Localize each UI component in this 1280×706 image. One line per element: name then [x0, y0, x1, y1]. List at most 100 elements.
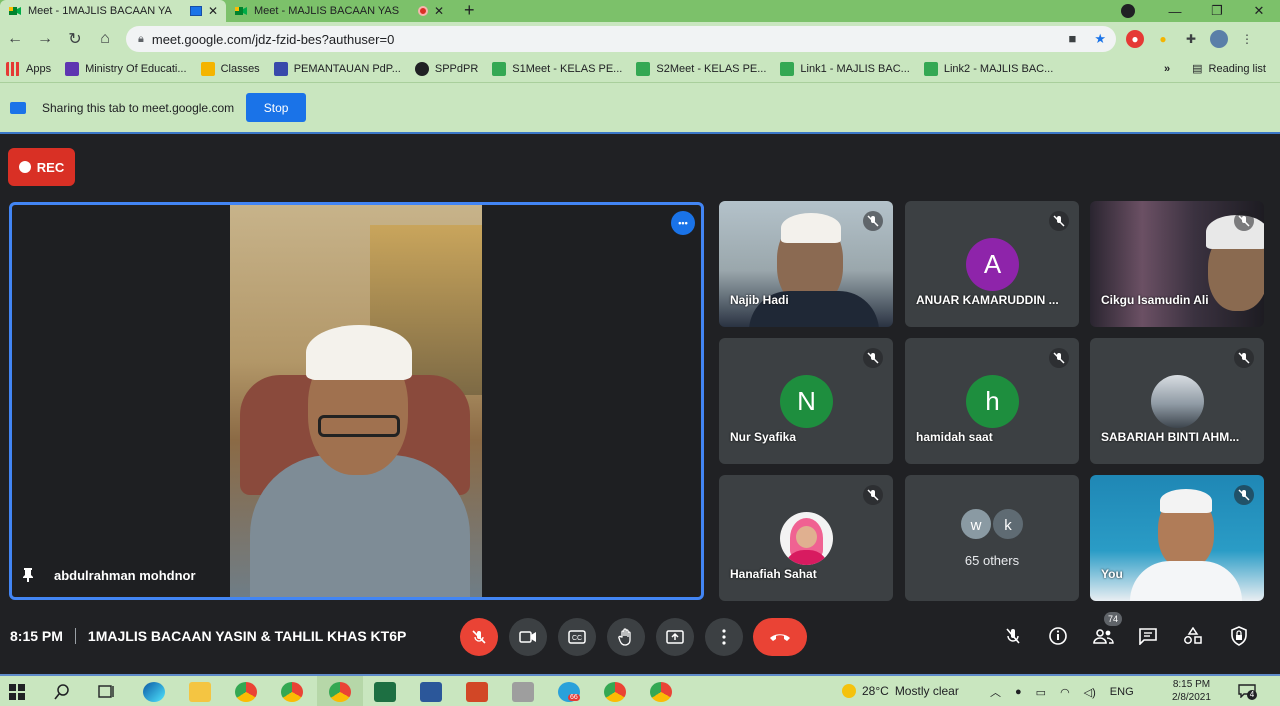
- task-view-icon[interactable]: [98, 684, 116, 700]
- captions-button[interactable]: CC: [558, 618, 596, 656]
- bookmark-apps[interactable]: Apps: [6, 62, 51, 76]
- leave-call-button[interactable]: [753, 618, 807, 656]
- main-speaker-tile[interactable]: ••• abdulrahman mohdnor: [9, 202, 704, 600]
- self-view-tile[interactable]: You: [1090, 475, 1264, 601]
- forms-icon: [273, 62, 288, 76]
- others-tile[interactable]: w k 65 others: [905, 475, 1079, 601]
- participant-tile[interactable]: Najib Hadi: [719, 201, 893, 327]
- camera-in-use-icon[interactable]: ■: [1068, 31, 1076, 47]
- tab-meet-1[interactable]: Meet - 1MAJLIS BACAAN YA ✕: [0, 0, 226, 22]
- reading-list-button[interactable]: » ▤ Reading list: [1164, 62, 1266, 76]
- host-controls-button[interactable]: [1227, 624, 1251, 648]
- bookmark-classes[interactable]: Classes: [200, 62, 260, 76]
- shield-lock-icon: [1231, 626, 1247, 646]
- toggle-camera-button[interactable]: [509, 618, 547, 656]
- bookmark-link1[interactable]: Link1 - MAJLIS BAC...: [780, 62, 910, 76]
- extension-red-icon[interactable]: ●: [1126, 30, 1144, 48]
- tab-meet-2[interactable]: Meet - MAJLIS BACAAN YAS ✕: [226, 0, 452, 22]
- bookmark-s2meet[interactable]: S2Meet - KELAS PE...: [636, 62, 766, 76]
- bookmark-s1meet[interactable]: S1Meet - KELAS PE...: [492, 62, 622, 76]
- more-bookmarks-icon[interactable]: »: [1164, 63, 1170, 75]
- window-controls: — ❐ ✕: [1154, 0, 1280, 22]
- excel-icon[interactable]: [374, 682, 396, 702]
- volume-icon[interactable]: ◁): [1084, 686, 1096, 699]
- participant-tile[interactable]: A ANUAR KAMARUDDIN ...: [905, 201, 1079, 327]
- weather-widget[interactable]: 28°C Mostly clear: [842, 684, 959, 698]
- activities-button[interactable]: [1181, 624, 1205, 648]
- tab-label: Meet - MAJLIS BACAAN YAS: [254, 5, 400, 17]
- participant-tile[interactable]: h hamidah saat: [905, 338, 1079, 464]
- more-vert-icon: [722, 629, 726, 645]
- participant-tile[interactable]: Hanafiah Sahat: [719, 475, 893, 601]
- participant-tile[interactable]: N Nur Syafika: [719, 338, 893, 464]
- chrome-icon[interactable]: [235, 682, 257, 702]
- participant-tile[interactable]: SABARIAH BINTI AHM...: [1090, 338, 1264, 464]
- bookmark-star-icon[interactable]: ★: [1094, 31, 1106, 47]
- battery-icon[interactable]: ▭: [1036, 686, 1046, 699]
- tab-search-icon[interactable]: [1121, 4, 1135, 18]
- clock[interactable]: 8:15 PM 2/8/2021: [1172, 678, 1211, 704]
- people-button[interactable]: [1091, 624, 1115, 648]
- toggle-mic-button[interactable]: [460, 618, 498, 656]
- wifi-icon[interactable]: ◠: [1060, 686, 1070, 699]
- bookmark-link2[interactable]: Link2 - MAJLIS BAC...: [923, 62, 1053, 76]
- info-icon: [1049, 627, 1067, 645]
- paint-icon[interactable]: [512, 682, 534, 702]
- chrome-profile-2-icon[interactable]: [604, 682, 626, 702]
- tile-options-button[interactable]: •••: [671, 211, 695, 235]
- search-icon[interactable]: [54, 684, 70, 700]
- participant-tile[interactable]: Cikgu Isamudin Ali: [1090, 201, 1264, 327]
- mute-all-button[interactable]: [1001, 624, 1025, 648]
- bookmark-sppdpr[interactable]: SPPdPR: [414, 62, 478, 76]
- pin-icon[interactable]: [22, 567, 34, 583]
- stop-sharing-button[interactable]: Stop: [246, 93, 307, 122]
- language-indicator[interactable]: ENG: [1110, 686, 1134, 698]
- file-explorer-icon[interactable]: [189, 682, 211, 702]
- back-icon[interactable]: ←: [0, 30, 30, 48]
- powerpoint-icon[interactable]: [466, 682, 488, 702]
- address-bar[interactable]: 🔒︎ meet.google.com/jdz-fzid-bes?authuser…: [126, 26, 1116, 52]
- weather-moon-icon: [842, 684, 856, 698]
- chrome-active-icon[interactable]: [329, 682, 351, 702]
- close-tab-icon[interactable]: ✕: [208, 4, 218, 18]
- notifications-icon[interactable]: 4: [1238, 684, 1257, 700]
- new-tab-button[interactable]: +: [452, 0, 487, 22]
- browser-menu-icon[interactable]: ⋮: [1238, 30, 1256, 48]
- minimize-icon[interactable]: —: [1154, 4, 1196, 19]
- participant-name: You: [1101, 567, 1123, 581]
- forward-icon[interactable]: →: [30, 30, 60, 48]
- present-now-button[interactable]: [656, 618, 694, 656]
- profile-avatar[interactable]: [1210, 30, 1228, 48]
- extensions-puzzle-icon[interactable]: ✚: [1182, 30, 1200, 48]
- home-icon[interactable]: ⌂: [90, 30, 120, 48]
- maximize-icon[interactable]: ❐: [1196, 3, 1238, 19]
- bookmark-pemantauan[interactable]: PEMANTAUAN PdP...: [273, 62, 401, 76]
- participant-name: Nur Syafika: [730, 430, 797, 444]
- microphone-icon[interactable]: ●: [1015, 686, 1022, 698]
- participant-name: Hanafiah Sahat: [730, 567, 817, 581]
- raise-hand-button[interactable]: [607, 618, 645, 656]
- bookmark-ministry[interactable]: Ministry Of Educati...: [65, 62, 187, 76]
- windows-start-icon[interactable]: [9, 684, 25, 700]
- close-window-icon[interactable]: ✕: [1238, 3, 1280, 19]
- more-options-button[interactable]: [705, 618, 743, 656]
- chevron-up-icon[interactable]: ︿: [990, 684, 1001, 700]
- reload-icon[interactable]: ↻: [60, 29, 90, 49]
- classroom-icon: [200, 62, 215, 76]
- recording-badge[interactable]: REC: [8, 148, 75, 186]
- chrome-profile-3-icon[interactable]: [650, 682, 672, 702]
- chat-button[interactable]: [1136, 624, 1160, 648]
- close-tab-icon[interactable]: ✕: [434, 4, 444, 18]
- edge-icon[interactable]: [143, 682, 165, 702]
- windows-taskbar: 66 28°C Mostly clear ︿ ● ▭ ◠ ◁) ENG 8:15…: [0, 674, 1280, 706]
- lock-icon[interactable]: 🔒︎: [138, 33, 144, 46]
- participant-name: Cikgu Isamudin Ali: [1101, 293, 1209, 307]
- extension-bulb-icon[interactable]: ●: [1154, 30, 1172, 48]
- participant-name: SABARIAH BINTI AHM...: [1101, 430, 1240, 444]
- meeting-info-button[interactable]: [1046, 624, 1070, 648]
- word-icon[interactable]: [420, 682, 442, 702]
- avatar: k: [991, 507, 1025, 541]
- chrome-profile-icon[interactable]: [281, 682, 303, 702]
- meet-icon: [780, 62, 795, 76]
- telegram-icon[interactable]: 66: [558, 682, 580, 702]
